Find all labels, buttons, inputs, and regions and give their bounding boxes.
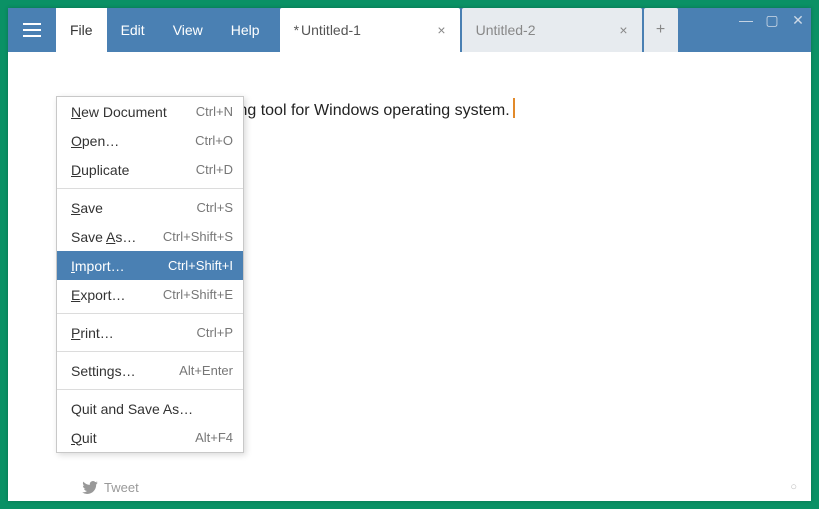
- menu-button[interactable]: [8, 8, 56, 52]
- shortcut-label: Ctrl+Shift+S: [163, 229, 233, 244]
- menu-separator: [57, 351, 243, 352]
- menu-item-save[interactable]: Save Ctrl+S: [57, 193, 243, 222]
- new-tab-button[interactable]: +: [644, 8, 678, 52]
- tab-untitled-2[interactable]: Untitled-2 ×: [462, 8, 642, 52]
- menu-separator: [57, 389, 243, 390]
- shortcut-label: Alt+Enter: [179, 363, 233, 378]
- footer: Tweet ○: [8, 473, 811, 501]
- twitter-icon: [82, 481, 98, 494]
- menu-edit[interactable]: Edit: [107, 8, 159, 52]
- tweet-label: Tweet: [104, 480, 139, 495]
- shortcut-label: Ctrl+Shift+I: [168, 258, 233, 273]
- window-controls: — ▢ ✕: [739, 12, 805, 29]
- hamburger-icon: [23, 23, 41, 37]
- shortcut-label: Alt+F4: [195, 430, 233, 445]
- menu-item-open[interactable]: Open… Ctrl+O: [57, 126, 243, 155]
- tabstrip: * Untitled-1 × Untitled-2 × +: [280, 8, 678, 52]
- shortcut-label: Ctrl+N: [196, 104, 233, 119]
- shortcut-label: Ctrl+D: [196, 162, 233, 177]
- shortcut-label: Ctrl+S: [197, 200, 233, 215]
- tab-title: Untitled-2: [476, 22, 616, 38]
- menu-item-print[interactable]: Print… Ctrl+P: [57, 318, 243, 347]
- shortcut-label: Ctrl+P: [197, 325, 233, 340]
- app-window: File Edit View Help * Untitled-1 × Untit…: [8, 8, 811, 501]
- menu-item-quit[interactable]: Quit Alt+F4: [57, 423, 243, 452]
- menu-item-save-as[interactable]: Save As… Ctrl+Shift+S: [57, 222, 243, 251]
- menu-item-import[interactable]: Import… Ctrl+Shift+I: [57, 251, 243, 280]
- close-icon[interactable]: ×: [615, 22, 631, 38]
- file-menu-dropdown: New Document Ctrl+N Open… Ctrl+O Duplica…: [56, 96, 244, 453]
- editor-text: diting tool for Windows operating system…: [218, 98, 515, 120]
- text-cursor: [513, 98, 515, 118]
- menu-separator: [57, 188, 243, 189]
- menu-item-quit-and-save-as[interactable]: Quit and Save As…: [57, 394, 243, 423]
- editor-area[interactable]: diting tool for Windows operating system…: [8, 52, 811, 473]
- tab-title: Untitled-1: [301, 22, 433, 38]
- dirty-indicator: *: [294, 23, 299, 37]
- tweet-link[interactable]: Tweet: [82, 480, 139, 495]
- tab-untitled-1[interactable]: * Untitled-1 ×: [280, 8, 460, 52]
- menu-item-new-document[interactable]: New Document Ctrl+N: [57, 97, 243, 126]
- menu-item-export[interactable]: Export… Ctrl+Shift+E: [57, 280, 243, 309]
- shortcut-label: Ctrl+Shift+E: [163, 287, 233, 302]
- close-icon[interactable]: ×: [433, 22, 449, 38]
- menu-separator: [57, 313, 243, 314]
- menu-help[interactable]: Help: [217, 8, 274, 52]
- maximize-button[interactable]: ▢: [765, 12, 779, 29]
- menu-view[interactable]: View: [159, 8, 217, 52]
- menu-item-duplicate[interactable]: Duplicate Ctrl+D: [57, 155, 243, 184]
- close-button[interactable]: ✕: [791, 12, 805, 29]
- menu-file[interactable]: File: [56, 8, 107, 52]
- status-indicator: ○: [790, 481, 797, 493]
- minimize-button[interactable]: —: [739, 12, 753, 29]
- shortcut-label: Ctrl+O: [195, 133, 233, 148]
- menu-item-settings[interactable]: Settings… Alt+Enter: [57, 356, 243, 385]
- titlebar: File Edit View Help * Untitled-1 × Untit…: [8, 8, 811, 52]
- menubar: File Edit View Help: [56, 8, 274, 52]
